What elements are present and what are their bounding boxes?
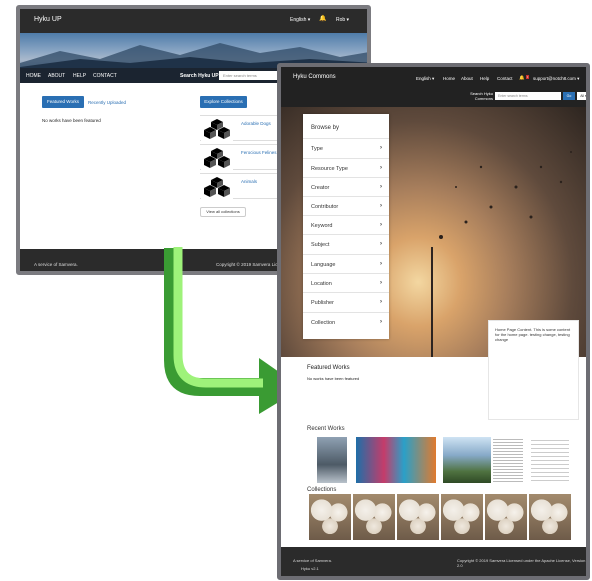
notification-badge: •	[526, 75, 530, 79]
bell-icon[interactable]: 🔔	[319, 15, 326, 22]
seeds-graphic	[439, 151, 572, 239]
menu-about[interactable]: ABOUT	[48, 73, 65, 79]
facet-label: Publisher	[311, 300, 334, 306]
collection-thumbnail[interactable]	[353, 494, 395, 540]
recent-work-thumbnail[interactable]	[356, 437, 436, 483]
menu-help[interactable]: HELP	[73, 73, 86, 79]
chevron-right-icon: ›	[380, 299, 382, 305]
collection-thumbnail[interactable]	[397, 494, 439, 540]
chevron-right-icon: ›	[380, 222, 382, 228]
facet-label: Location	[311, 281, 332, 287]
nav-help[interactable]: Help	[480, 76, 489, 81]
facet-publisher[interactable]: Publisher ›	[303, 292, 389, 311]
facet-label: Resource Type	[311, 166, 348, 172]
facet-keyword[interactable]: Keyword ›	[303, 215, 389, 234]
facet-label: Collection	[311, 320, 336, 326]
search-go-button[interactable]: Go	[563, 92, 575, 100]
recent-work-thumbnail[interactable]	[317, 437, 347, 483]
search-input[interactable]: Enter search terms	[495, 92, 561, 100]
footer-service-text: A service of Samvera.	[34, 262, 78, 267]
user-email-menu[interactable]: support@notch8.com ▾	[533, 76, 579, 82]
menu-home[interactable]: HOME	[26, 73, 41, 79]
collections-title: Collections	[307, 487, 337, 493]
collection-link[interactable]: Ferocious Felines	[241, 150, 277, 155]
facet-collection[interactable]: Collection ›	[303, 312, 389, 331]
view-all-collections-button[interactable]: View all collections	[200, 207, 246, 217]
chevron-right-icon: ›	[380, 165, 382, 171]
collection-thumbnail[interactable]	[485, 494, 527, 540]
nav-contact[interactable]: Contact	[497, 76, 513, 81]
collection-link[interactable]: Animals	[241, 179, 257, 184]
collection-thumbnail[interactable]	[441, 494, 483, 540]
chevron-right-icon: ›	[380, 145, 382, 151]
collection-cube-icon	[201, 118, 233, 141]
nav-home[interactable]: Home	[443, 76, 455, 81]
browse-facets-panel: Browse by Type › Resource Type › Creator › …	[303, 114, 389, 339]
top-navbar: Hyku UP English ▾ 🔔 Rob ▾	[20, 9, 367, 33]
nav-about[interactable]: About	[461, 76, 473, 81]
recent-work-thumbnail[interactable]	[493, 437, 523, 483]
collection-thumbnail[interactable]	[309, 494, 351, 540]
featured-works-empty: No works have been featured	[307, 376, 360, 381]
search-label: Search Hyku Commons	[470, 91, 493, 101]
after-window: Hyku Commons English ▾ Home About Help C…	[277, 63, 590, 580]
top-navbar: Hyku Commons English ▾ Home About Help C…	[281, 67, 586, 89]
facet-label: Contributor	[311, 204, 339, 210]
facet-label: Creator	[311, 185, 330, 191]
tab-featured-works[interactable]: Featured Works	[42, 96, 84, 108]
facet-resource-type[interactable]: Resource Type ›	[303, 158, 389, 177]
search-scope-select[interactable]: All ▾	[577, 92, 586, 100]
language-menu[interactable]: English ▾	[416, 76, 434, 82]
recent-work-thumbnail[interactable]	[531, 437, 569, 483]
facet-label: Keyword	[311, 223, 333, 229]
dandelion-stem	[431, 247, 433, 357]
bell-icon[interactable]: 🔔	[519, 75, 525, 81]
collection-thumbnail[interactable]	[529, 494, 571, 540]
facet-location[interactable]: Location ›	[303, 273, 389, 292]
footer-service-text: A service of Samvera.	[293, 558, 332, 563]
facet-language[interactable]: Language ›	[303, 254, 389, 273]
chevron-right-icon: ›	[380, 280, 382, 286]
tab-recently-uploaded[interactable]: Recently Uploaded	[88, 100, 126, 105]
facet-type[interactable]: Type ›	[303, 138, 389, 157]
no-featured-text: No works have been featured	[42, 118, 101, 123]
chevron-right-icon: ›	[380, 203, 382, 209]
chevron-right-icon: ›	[380, 261, 382, 267]
marketing-text-box: Home Page Content. This is some content …	[488, 320, 579, 420]
recent-works-title: Recent Works	[307, 426, 345, 432]
footer: A service of Samvera. Hyku v2.1 Copyrigh…	[281, 547, 586, 576]
collection-link[interactable]: Adorable Dogs	[241, 121, 271, 126]
language-menu[interactable]: English ▾	[290, 17, 310, 23]
footer-version: Hyku v2.1	[301, 566, 319, 571]
collection-cube-icon	[201, 147, 233, 170]
search-label: Search Hyku UP	[180, 73, 219, 79]
collection-cube-icon	[201, 176, 233, 199]
explore-collections-button[interactable]: Explore Collections	[200, 96, 247, 108]
featured-works-title: Featured Works	[307, 365, 350, 371]
browse-title: Browse by	[311, 125, 340, 131]
chevron-right-icon: ›	[380, 241, 382, 247]
brand-link[interactable]: Hyku Commons	[293, 74, 336, 80]
user-menu[interactable]: Rob ▾	[336, 17, 349, 23]
footer-copyright: Copyright © 2019 Samvera Licensed under …	[457, 558, 586, 568]
facet-label: Language	[311, 262, 336, 268]
transition-arrow-icon	[164, 247, 295, 414]
chevron-right-icon: ›	[380, 184, 382, 190]
facet-subject[interactable]: Subject ›	[303, 234, 389, 253]
facet-creator[interactable]: Creator ›	[303, 177, 389, 196]
chevron-right-icon: ›	[380, 319, 382, 325]
facet-label: Type	[311, 146, 323, 152]
brand-link[interactable]: Hyku UP	[34, 16, 62, 23]
menu-contact[interactable]: CONTACT	[93, 73, 117, 79]
recent-work-thumbnail[interactable]	[443, 437, 491, 483]
facet-label: Subject	[311, 242, 330, 248]
facet-contributor[interactable]: Contributor ›	[303, 196, 389, 215]
